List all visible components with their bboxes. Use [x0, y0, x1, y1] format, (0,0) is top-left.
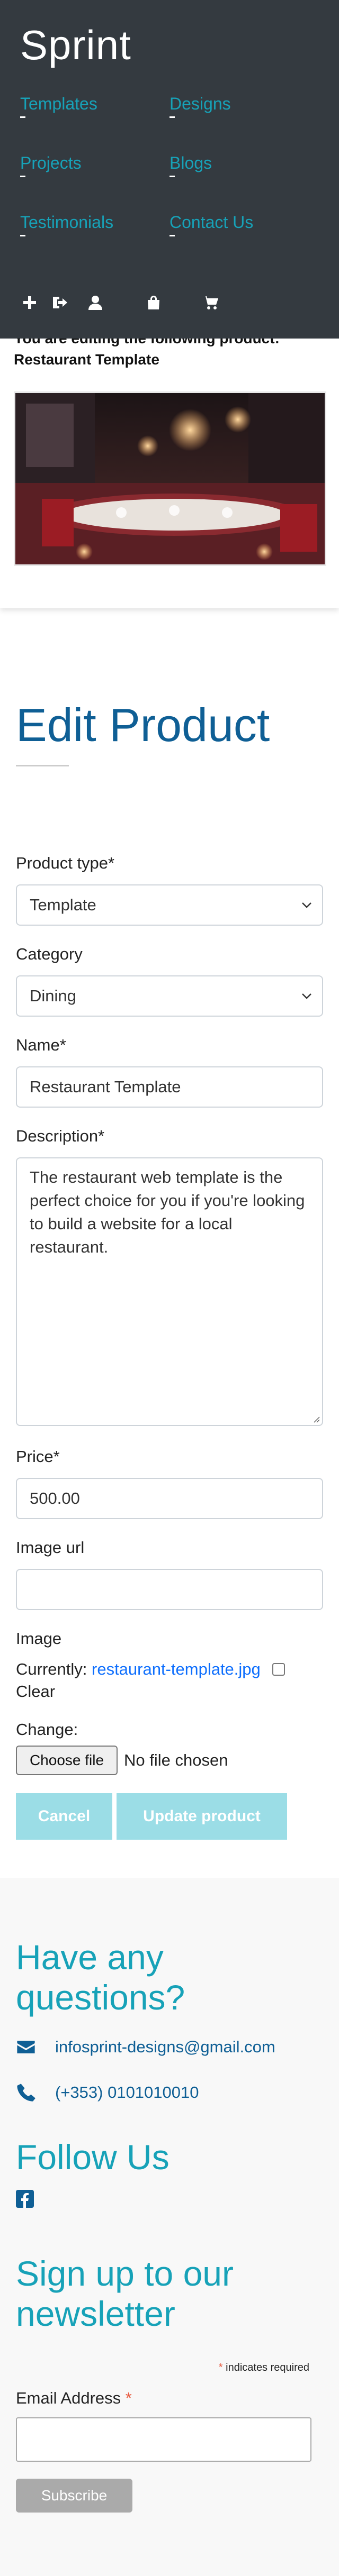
contact-phone[interactable]: (+353) 0101010010 — [16, 2081, 199, 2104]
nav-blogs[interactable]: Blogs — [170, 153, 212, 177]
facebook-icon[interactable] — [16, 2190, 34, 2208]
newsletter-email-input[interactable] — [16, 2417, 311, 2462]
image-url-label: Image url — [16, 1538, 85, 1557]
clear-label: Clear — [16, 1682, 56, 1701]
dropdown-indicator — [20, 116, 25, 118]
resize-grip-icon[interactable] — [311, 1414, 320, 1423]
email-address-label-text: Email Address — [16, 2389, 121, 2407]
product-type-value: Template — [30, 896, 96, 914]
nav-contact-label: Contact Us — [170, 213, 254, 232]
brand-logo[interactable]: Sprint — [20, 21, 131, 69]
category-value: Dining — [30, 986, 76, 1005]
dropdown-indicator — [20, 235, 25, 236]
price-value: 500.00 — [30, 1489, 80, 1508]
header-icon-bar — [20, 293, 285, 314]
price-label: Price* — [16, 1447, 60, 1466]
chevron-down-icon — [302, 902, 311, 908]
product-preview-card: You are editing the following product: R… — [0, 317, 339, 608]
currently-label: Currently: — [16, 1660, 87, 1678]
image-label: Image — [16, 1629, 62, 1648]
dropdown-indicator — [170, 176, 175, 177]
current-image-line: Currently: restaurant-template.jpg — [16, 1660, 261, 1679]
nav-projects-label: Projects — [20, 153, 82, 172]
required-note: * indicates required — [219, 2362, 309, 2374]
price-input[interactable]: 500.00 — [16, 1478, 323, 1519]
subscribe-button[interactable]: Subscribe — [16, 2479, 132, 2513]
questions-heading: Have any questions? — [16, 1938, 185, 2017]
nav-testimonials-label: Testimonials — [20, 213, 114, 232]
cart-icon[interactable] — [201, 293, 220, 312]
site-header: Sprint Templates Designs Projects Blogs … — [0, 0, 339, 339]
product-image — [14, 391, 326, 566]
required-note-text: indicates required — [226, 2362, 309, 2373]
page-title: Edit Product — [16, 699, 270, 751]
category-label: Category — [16, 945, 83, 963]
nav-templates-label: Templates — [20, 94, 97, 113]
follow-heading: Follow Us — [16, 2137, 170, 2177]
nav-designs-label: Designs — [170, 94, 231, 113]
name-value: Restaurant Template — [30, 1077, 181, 1096]
cancel-button[interactable]: Cancel — [16, 1793, 112, 1840]
update-product-button[interactable]: Update product — [117, 1793, 287, 1840]
title-divider — [16, 765, 69, 766]
email-address-label: Email Address * — [16, 2389, 132, 2408]
email-link[interactable]: infosprint-designs@gmail.com — [55, 2038, 275, 2057]
chevron-down-icon — [302, 993, 311, 999]
clear-image-checkbox[interactable] — [272, 1663, 285, 1676]
phone-link[interactable]: (+353) 0101010010 — [55, 2083, 199, 2102]
required-asterisk: * — [218, 2362, 223, 2373]
category-select[interactable]: Dining — [16, 975, 323, 1017]
nav-templates[interactable]: Templates — [20, 94, 97, 118]
change-label: Change: — [16, 1720, 78, 1739]
choose-file-button[interactable]: Choose file — [16, 1746, 118, 1775]
phone-icon — [17, 2084, 35, 2102]
image-url-input[interactable] — [16, 1569, 323, 1610]
nav-testimonials[interactable]: Testimonials — [20, 213, 114, 236]
plus-icon[interactable] — [20, 293, 39, 312]
description-value: The restaurant web template is the perfe… — [30, 1168, 305, 1256]
nav-designs[interactable]: Designs — [170, 94, 231, 118]
current-image-link[interactable]: restaurant-template.jpg — [92, 1660, 261, 1678]
contact-email[interactable]: infosprint-designs@gmail.com — [16, 2035, 275, 2059]
bag-icon[interactable] — [144, 293, 163, 312]
dropdown-indicator — [20, 176, 25, 177]
description-textarea[interactable]: The restaurant web template is the perfe… — [16, 1157, 323, 1426]
required-asterisk: * — [125, 2389, 132, 2407]
nav-projects[interactable]: Projects — [20, 153, 82, 177]
nav-blogs-label: Blogs — [170, 153, 212, 172]
product-type-select[interactable]: Template — [16, 884, 323, 926]
description-label: Description* — [16, 1127, 105, 1145]
user-icon[interactable] — [86, 293, 105, 312]
dropdown-indicator — [170, 235, 175, 236]
sign-out-icon[interactable] — [50, 293, 69, 312]
file-status-text: No file chosen — [124, 1751, 228, 1769]
name-input[interactable]: Restaurant Template — [16, 1066, 323, 1108]
name-label: Name* — [16, 1036, 66, 1054]
envelope-icon — [17, 2041, 35, 2053]
nav-contact[interactable]: Contact Us — [170, 213, 254, 236]
product-type-label: Product type* — [16, 854, 115, 872]
newsletter-heading: Sign up to our newsletter — [16, 2254, 234, 2333]
preview-product-name: Restaurant Template — [14, 351, 159, 368]
dropdown-indicator — [170, 116, 175, 118]
